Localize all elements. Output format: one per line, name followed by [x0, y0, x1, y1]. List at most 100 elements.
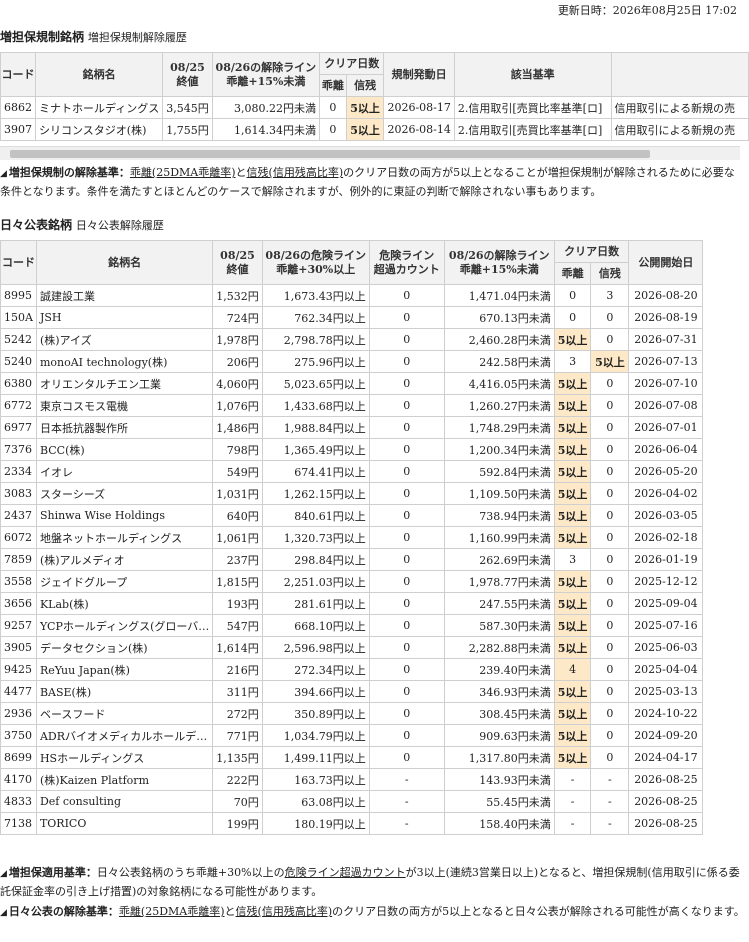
release-line: 242.58円未満 [443, 350, 555, 373]
clear-days-shinzan: 0 [590, 482, 630, 505]
danger-count: 0 [368, 658, 445, 681]
stock-name-link[interactable]: Def consulting [35, 790, 214, 813]
stock-name-link[interactable]: ReYuu Japan(株) [35, 658, 214, 681]
stock-name-link[interactable]: イオレ [35, 460, 214, 483]
stock-name-link[interactable]: TORICO [35, 812, 214, 835]
clear-days-shinzan: 0 [590, 372, 630, 395]
publish-start-date: 2026-07-13 [628, 350, 704, 373]
stock-code: 6072 [0, 526, 37, 549]
close-price: 1,755円 [162, 118, 213, 141]
publish-start-date: 2025-12-12 [628, 570, 704, 593]
danger-line: 63.08円以上 [261, 790, 370, 813]
horizontal-scrollbar[interactable] [0, 146, 740, 160]
section1-table-scroll[interactable]: コード 銘柄名 08/25 終値 08/26の解除ライン 乖離+15%未満 クリア日… [0, 52, 749, 141]
table-row: 6772 東京コスモス電機 1,076円 1,433.68円以上 0 1,260.27円未… [0, 394, 704, 417]
close-price: 1,135円 [212, 746, 263, 769]
header-release-line: 08/26の解除ライン 乖離+15%未満 [443, 240, 555, 285]
release-line: 738.94円未満 [443, 504, 555, 527]
publish-start-date: 2025-03-13 [628, 680, 704, 703]
danger-count: 0 [368, 636, 445, 659]
danger-line: 674.41円以上 [261, 460, 370, 483]
close-price: 4,060円 [212, 372, 263, 395]
stock-name-link[interactable]: 日本抵抗器製作所 [35, 416, 214, 439]
kairi-link[interactable]: 乖離(25DMA乖離率) [130, 166, 236, 179]
close-price: 798円 [212, 438, 263, 461]
shinzan-link[interactable]: 信残(信用残高比率) [247, 166, 344, 179]
stock-name-link[interactable]: Shinwa Wise Holdings [35, 504, 214, 527]
danger-line: 350.89円以上 [261, 702, 370, 725]
danger-count: 0 [368, 548, 445, 571]
clear-days-shinzan: 0 [590, 702, 630, 725]
clear-days-shinzan: 0 [590, 680, 630, 703]
stock-name-link[interactable]: オリエンタルチエン工業 [35, 372, 214, 395]
stock-name-link[interactable]: monoAI technology(株) [35, 350, 214, 373]
criteria-detail: 信用取引による新規の売 [610, 96, 749, 119]
daily-disclosure-table: コード 銘柄名 08/25 終値 08/26の危険ライン 乖離+30%以上 危険ライ… [0, 240, 704, 835]
header-price: 08/25 終値 [162, 52, 213, 97]
section2-note1: ◢ 増担保適用基準：日々公表銘柄のうち乖離+30%以上の危険ライン超過カウントが3… [0, 866, 740, 898]
stock-name-link[interactable]: (株)Kaizen Platform [35, 768, 214, 791]
stock-name-link[interactable]: KLab(株) [35, 592, 214, 615]
danger-count: 0 [368, 328, 445, 351]
table-row: 5242 (株)アイズ 1,978円 2,798.78円以上 0 2,460.28円未満 5… [0, 328, 704, 351]
release-line: 308.45円未満 [443, 702, 555, 725]
stock-name-link[interactable]: スターシーズ [35, 482, 214, 505]
header-shinzan: 信残 [590, 262, 630, 285]
stock-name-link[interactable]: HSホールディングス [35, 746, 214, 769]
stock-name-link[interactable]: 東京コスモス電機 [35, 394, 214, 417]
close-price: 640円 [212, 504, 263, 527]
publish-start-date: 2026-07-10 [628, 372, 704, 395]
stock-name-link[interactable]: (株)アルメディオ [35, 548, 214, 571]
clear-days-kairi: 0 [553, 284, 592, 307]
clear-days-shinzan: 0 [590, 746, 630, 769]
publish-start-date: 2026-07-08 [628, 394, 704, 417]
stock-name-link[interactable]: (株)アイズ [35, 328, 214, 351]
header-start-date: 規制発動日 [383, 52, 455, 97]
release-line: 592.84円未満 [443, 460, 555, 483]
stock-name-link[interactable]: ADRバイオメディカルホールデ… [35, 724, 214, 747]
section2-history-link[interactable]: 日々公表解除履歴 [76, 219, 164, 232]
clear-days-kairi: - [553, 768, 592, 791]
clear-days-shinzan: 0 [590, 394, 630, 417]
close-price: 724円 [212, 306, 263, 329]
release-line: 2,282.88円未満 [443, 636, 555, 659]
kairi-link[interactable]: 乖離(25DMA乖離率) [119, 905, 225, 918]
stock-name-link[interactable]: 誠建設工業 [35, 284, 214, 307]
danger-count: 0 [368, 504, 445, 527]
danger-count-link[interactable]: 危険ライン超過カウント [285, 866, 406, 879]
danger-line: 1,988.84円以上 [261, 416, 370, 439]
clear-days-kairi: 0 [319, 96, 347, 119]
stock-code: 6862 [0, 96, 36, 119]
stock-name-link[interactable]: BASE(株) [35, 680, 214, 703]
close-price: 311円 [212, 680, 263, 703]
stock-name-link[interactable]: 地盤ネットホールディングス [35, 526, 214, 549]
stock-code: 3905 [0, 636, 37, 659]
clear-days-shinzan: 0 [590, 526, 630, 549]
clear-days-kairi: 5以上 [553, 680, 592, 703]
scrollbar-thumb[interactable] [10, 150, 650, 158]
stock-name-link[interactable]: ジェイドグループ [35, 570, 214, 593]
header-code: コード [0, 240, 37, 285]
danger-count: 0 [368, 306, 445, 329]
stock-name-link[interactable]: YCPホールディングス(グローバ… [35, 614, 214, 637]
stock-name-link[interactable]: BCC(株) [35, 438, 214, 461]
table-row: 6977 日本抵抗器製作所 1,486円 1,988.84円以上 0 1,748.29円未… [0, 416, 704, 439]
danger-count: - [368, 812, 445, 835]
header-clear-days: クリア日数 [553, 240, 630, 263]
stock-name-link[interactable]: ベースフード [35, 702, 214, 725]
clear-days-kairi: 3 [553, 350, 592, 373]
table-row: 3905 データセクション(株) 1,614円 2,596.98円以上 0 2,282.8… [0, 636, 704, 659]
section1-history-link[interactable]: 増担保規制解除履歴 [88, 31, 187, 44]
stock-name-link[interactable]: JSH [35, 306, 214, 329]
shinzan-link[interactable]: 信残(信用残高比率) [236, 905, 333, 918]
stock-name-link[interactable]: データセクション(株) [35, 636, 214, 659]
stock-code: 3907 [0, 118, 36, 141]
stock-name-link[interactable]: ミナトホールディングス [34, 96, 164, 119]
clear-days-shinzan: - [590, 790, 630, 813]
release-line: 4,416.05円未満 [443, 372, 555, 395]
close-price: 1,031円 [212, 482, 263, 505]
clear-days-shinzan: 0 [590, 724, 630, 747]
clear-days-shinzan: - [590, 812, 630, 835]
stock-name-link[interactable]: シリコンスタジオ(株) [34, 118, 164, 141]
clear-days-kairi: 5以上 [553, 394, 592, 417]
